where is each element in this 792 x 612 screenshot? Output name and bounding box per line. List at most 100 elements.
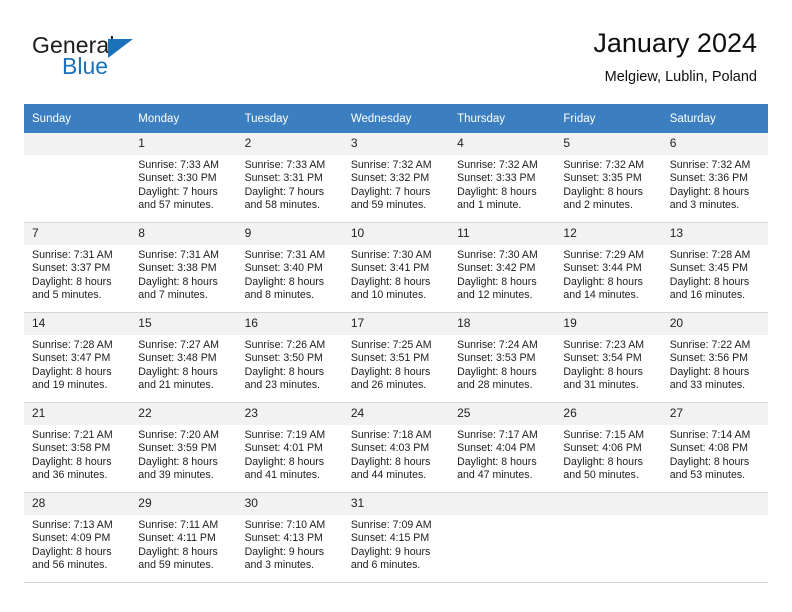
day-details: Sunrise: 7:31 AM Sunset: 3:37 PM Daylight:… [24, 245, 130, 303]
calendar-day-cell[interactable]: 13 Sunrise: 7:28 AM Sunset: 3:45 PM Dayligh… [661, 222, 768, 313]
day-detail-line: Sunrise: 7:20 AM [138, 429, 219, 441]
calendar-day-cell[interactable]: 19 Sunrise: 7:23 AM Sunset: 3:54 PM Dayligh… [555, 312, 662, 403]
day-detail-line: Sunset: 3:54 PM [563, 352, 642, 365]
day-number [555, 493, 662, 515]
calendar-day-cell[interactable]: 16 Sunrise: 7:26 AM Sunset: 3:50 PM Dayligh… [236, 312, 343, 403]
day-cell-inner: 20 Sunrise: 7:22 AM Sunset: 3:56 PM Dayligh… [661, 313, 768, 402]
day-cell-inner: 7 Sunrise: 7:31 AM Sunset: 3:37 PM Daylight… [24, 223, 131, 312]
day-detail-line: Daylight: 8 hours [32, 365, 112, 378]
day-detail-line: Sunrise: 7:11 AM [138, 519, 219, 531]
day-detail-line: Daylight: 8 hours [138, 275, 218, 288]
calendar-day-cell[interactable]: 5 Sunrise: 7:32 AM Sunset: 3:35 PM Daylight… [555, 133, 662, 223]
day-detail-line: Daylight: 9 hours [350, 545, 431, 558]
weekday-header-friday: Friday [555, 104, 662, 133]
day-detail-line: Sunset: 4:03 PM [350, 442, 430, 455]
day-detail-line: Daylight: 8 hours [669, 275, 750, 288]
calendar-day-cell[interactable]: 2 Sunrise: 7:33 AM Sunset: 3:31 PM Daylight… [236, 133, 343, 223]
day-detail-line: Sunset: 3:33 PM [457, 172, 536, 185]
day-detail-line: and 23 minutes. [244, 379, 320, 392]
calendar-day-cell[interactable]: 10 Sunrise: 7:30 AM Sunset: 3:41 PM Dayligh… [342, 222, 450, 313]
calendar-day-cell[interactable]: 12 Sunrise: 7:29 AM Sunset: 3:44 PM Dayligh… [555, 222, 662, 313]
calendar-day-cell[interactable]: 20 Sunrise: 7:22 AM Sunset: 3:56 PM Dayligh… [661, 312, 768, 403]
day-detail-line: Sunrise: 7:31 AM [138, 249, 219, 261]
calendar-day-cell[interactable]: 18 Sunrise: 7:24 AM Sunset: 3:53 PM Dayligh… [449, 312, 556, 403]
day-number: 10 [342, 223, 450, 245]
day-cell-inner: 14 Sunrise: 7:28 AM Sunset: 3:47 PM Dayligh… [24, 313, 131, 402]
day-cell-inner: 26 Sunrise: 7:15 AM Sunset: 4:06 PM Dayligh… [555, 403, 662, 492]
day-detail-line: Sunrise: 7:09 AM [350, 519, 432, 531]
day-number: 22 [130, 403, 237, 425]
day-detail-line: Sunrise: 7:32 AM [457, 159, 538, 171]
page-title: January 2024 [593, 28, 757, 58]
calendar-body: 1 Sunrise: 7:33 AM Sunset: 3:30 PM Daylight… [24, 133, 768, 583]
day-details: Sunrise: 7:10 AM Sunset: 4:13 PM Daylight:… [237, 515, 343, 573]
day-details: Sunrise: 7:27 AM Sunset: 3:48 PM Daylight:… [130, 335, 236, 393]
day-cell-inner: 17 Sunrise: 7:25 AM Sunset: 3:51 PM Dayligh… [342, 313, 450, 402]
day-detail-line: Sunrise: 7:29 AM [563, 249, 645, 261]
weekday-header-wednesday: Wednesday [342, 104, 450, 133]
calendar-day-cell[interactable]: 22 Sunrise: 7:20 AM Sunset: 3:59 PM Dayligh… [130, 402, 237, 493]
day-detail-line: Daylight: 8 hours [350, 275, 431, 288]
calendar-day-cell[interactable]: 4 Sunrise: 7:32 AM Sunset: 3:33 PM Daylight… [449, 133, 556, 223]
day-cell-inner: 19 Sunrise: 7:23 AM Sunset: 3:54 PM Dayligh… [555, 313, 662, 402]
calendar-day-cell[interactable]: 7 Sunrise: 7:31 AM Sunset: 3:37 PM Daylight… [24, 222, 131, 313]
day-detail-line: Daylight: 8 hours [244, 365, 325, 378]
day-detail-line: Sunrise: 7:26 AM [244, 339, 326, 351]
weekday-header-saturday: Saturday [661, 104, 768, 133]
weekday-header-sunday: Sunday [24, 104, 131, 133]
day-detail-line: Sunset: 3:42 PM [457, 262, 536, 275]
day-detail-line: Daylight: 8 hours [138, 455, 218, 468]
day-detail-line: Daylight: 8 hours [457, 365, 537, 378]
day-detail-line: Sunset: 3:38 PM [138, 262, 217, 275]
day-details: Sunrise: 7:25 AM Sunset: 3:51 PM Daylight:… [343, 335, 449, 393]
calendar-day-cell[interactable]: 6 Sunrise: 7:32 AM Sunset: 3:36 PM Daylight… [661, 133, 768, 223]
calendar-day-cell[interactable]: 9 Sunrise: 7:31 AM Sunset: 3:40 PM Daylight… [236, 222, 343, 313]
day-detail-line: and 41 minutes. [244, 469, 320, 482]
day-number: 8 [130, 223, 237, 245]
day-cell-inner: 16 Sunrise: 7:26 AM Sunset: 3:50 PM Dayligh… [236, 313, 343, 402]
calendar-day-cell[interactable]: 27 Sunrise: 7:14 AM Sunset: 4:08 PM Dayligh… [661, 402, 768, 493]
day-detail-line: and 3 minutes. [244, 559, 315, 572]
day-detail-line: Sunset: 3:30 PM [138, 172, 217, 185]
day-cell-inner [661, 493, 768, 582]
calendar-day-cell[interactable]: 17 Sunrise: 7:25 AM Sunset: 3:51 PM Dayligh… [342, 312, 450, 403]
day-details: Sunrise: 7:30 AM Sunset: 3:42 PM Daylight:… [449, 245, 555, 303]
day-detail-line: Sunset: 3:31 PM [244, 172, 323, 185]
day-detail-line: Sunset: 4:08 PM [669, 442, 749, 455]
day-detail-line: Daylight: 8 hours [244, 275, 325, 288]
day-cell-inner: 4 Sunrise: 7:32 AM Sunset: 3:33 PM Daylight… [449, 133, 556, 222]
calendar-day-cell[interactable]: 29 Sunrise: 7:11 AM Sunset: 4:11 PM Dayligh… [130, 492, 237, 583]
day-cell-inner: 15 Sunrise: 7:27 AM Sunset: 3:48 PM Dayligh… [130, 313, 237, 402]
calendar-day-cell[interactable]: 15 Sunrise: 7:27 AM Sunset: 3:48 PM Dayligh… [130, 312, 237, 403]
calendar-day-cell[interactable]: 31 Sunrise: 7:09 AM Sunset: 4:15 PM Dayligh… [342, 492, 450, 583]
calendar-day-cell[interactable]: 11 Sunrise: 7:30 AM Sunset: 3:42 PM Dayligh… [449, 222, 556, 313]
calendar-day-cell[interactable]: 25 Sunrise: 7:17 AM Sunset: 4:04 PM Dayligh… [449, 402, 556, 493]
calendar-day-cell[interactable]: 30 Sunrise: 7:10 AM Sunset: 4:13 PM Dayligh… [236, 492, 343, 583]
calendar-day-cell[interactable]: 1 Sunrise: 7:33 AM Sunset: 3:30 PM Daylight… [130, 133, 237, 223]
calendar-day-cell[interactable]: 14 Sunrise: 7:28 AM Sunset: 3:47 PM Dayligh… [24, 312, 131, 403]
calendar-day-cell[interactable]: 23 Sunrise: 7:19 AM Sunset: 4:01 PM Dayligh… [236, 402, 343, 493]
calendar-day-cell[interactable]: 8 Sunrise: 7:31 AM Sunset: 3:38 PM Daylight… [130, 222, 237, 313]
calendar-week-row: 1 Sunrise: 7:33 AM Sunset: 3:30 PM Daylight… [24, 133, 768, 223]
day-detail-line: Sunset: 3:36 PM [669, 172, 749, 185]
calendar-day-cell[interactable]: 21 Sunrise: 7:21 AM Sunset: 3:58 PM Dayligh… [24, 402, 131, 493]
day-cell-inner: 29 Sunrise: 7:11 AM Sunset: 4:11 PM Dayligh… [130, 493, 237, 582]
day-detail-line: Sunrise: 7:23 AM [563, 339, 645, 351]
day-cell-inner: 25 Sunrise: 7:17 AM Sunset: 4:04 PM Dayligh… [449, 403, 556, 492]
calendar-day-cell[interactable]: 24 Sunrise: 7:18 AM Sunset: 4:03 PM Dayligh… [342, 402, 450, 493]
calendar-day-cell[interactable]: 3 Sunrise: 7:32 AM Sunset: 3:32 PM Daylight… [342, 133, 450, 223]
day-detail-line: and 36 minutes. [32, 469, 108, 482]
day-details: Sunrise: 7:11 AM Sunset: 4:11 PM Daylight:… [130, 515, 236, 573]
day-detail-line: Sunrise: 7:28 AM [32, 339, 113, 351]
day-number: 21 [24, 403, 131, 425]
day-detail-line: Daylight: 7 hours [350, 185, 431, 198]
day-details: Sunrise: 7:26 AM Sunset: 3:50 PM Daylight:… [237, 335, 343, 393]
day-cell-inner: 21 Sunrise: 7:21 AM Sunset: 3:58 PM Dayligh… [24, 403, 131, 492]
calendar-day-cell[interactable]: 26 Sunrise: 7:15 AM Sunset: 4:06 PM Dayligh… [555, 402, 662, 493]
day-details [449, 515, 555, 519]
page-header: General Blue January 2024 Melgiew, Lubli… [24, 26, 768, 94]
day-number: 14 [24, 313, 131, 335]
day-detail-line: and 59 minutes. [350, 199, 427, 212]
day-detail-line: and 12 minutes. [457, 289, 533, 302]
calendar-day-cell[interactable]: 28 Sunrise: 7:13 AM Sunset: 4:09 PM Dayligh… [24, 492, 131, 583]
